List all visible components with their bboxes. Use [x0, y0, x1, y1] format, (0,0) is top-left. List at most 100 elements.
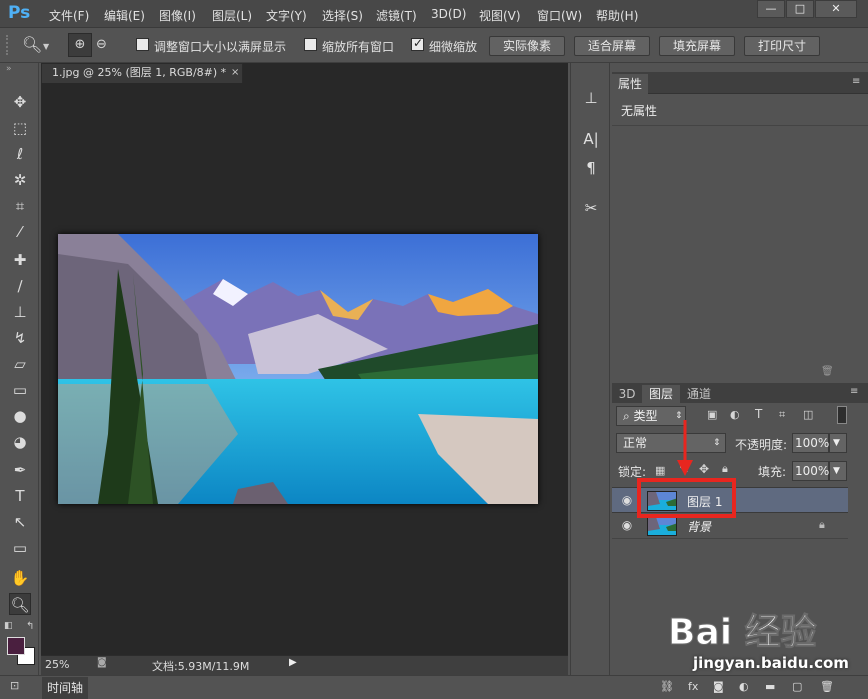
menu-filter[interactable]: 滤镜(T): [376, 7, 417, 24]
blend-mode-label: 正常: [623, 436, 648, 450]
timeline-icon[interactable]: ⊡: [10, 679, 19, 692]
menu-type[interactable]: 文字(Y): [266, 7, 307, 24]
play-arrow-icon[interactable]: ▶: [289, 657, 297, 668]
dodge-tool-icon[interactable]: ◕: [9, 431, 31, 453]
eyedropper-tool-icon[interactable]: ⁄: [9, 221, 31, 243]
zoom-out-icon[interactable]: ⊖: [96, 37, 107, 52]
eye-icon[interactable]: ◉: [620, 493, 634, 507]
zoom-in-icon[interactable]: ⊕: [68, 33, 92, 57]
menu-image[interactable]: 图像(I): [159, 7, 196, 24]
zoom-tool-icon[interactable]: 🔍︎: [9, 593, 31, 615]
opacity-dropdown-icon[interactable]: ▼: [829, 433, 847, 453]
path-selection-tool-icon[interactable]: ↖: [9, 511, 31, 533]
filter-shape-icon[interactable]: ⌗: [779, 408, 785, 422]
minimize-button[interactable]: —: [757, 0, 785, 18]
menu-edit[interactable]: 编辑(E): [104, 7, 145, 24]
clone-stamp-tool-icon[interactable]: ⊥: [9, 301, 31, 323]
lasso-tool-icon[interactable]: ℓ: [9, 143, 31, 165]
filter-toggle[interactable]: [837, 406, 847, 424]
tab-layers[interactable]: 图层: [642, 385, 680, 403]
menu-help[interactable]: 帮助(H): [596, 7, 638, 24]
rectangle-tool-icon[interactable]: ▭: [9, 537, 31, 559]
type-tool-icon[interactable]: T: [9, 485, 31, 507]
stamp-icon[interactable]: ⊥: [580, 87, 602, 109]
blend-mode-select[interactable]: 正常 ⇕: [616, 433, 726, 453]
options-bar: 🔍︎ ▼ ⊕ ⊖ 调整窗口大小以满屏显示 缩放所有窗口 细微缩放 实际像素 适合…: [0, 29, 868, 63]
zoom-tool-preset-icon[interactable]: 🔍︎: [22, 35, 42, 54]
filter-smart-object-icon[interactable]: ◫: [803, 408, 813, 421]
print-size-button[interactable]: 打印尺寸: [744, 36, 820, 56]
fit-screen-button[interactable]: 适合屏幕: [574, 36, 650, 56]
link-layers-icon[interactable]: ⛓: [660, 680, 674, 693]
menu-select[interactable]: 选择(S): [322, 7, 363, 24]
menu-bar: Ps 文件(F) 编辑(E) 图像(I) 图层(L) 文字(Y) 选择(S) 滤…: [0, 0, 868, 28]
history-brush-tool-icon[interactable]: ↯: [9, 327, 31, 349]
crop-tool-icon[interactable]: ⌗: [9, 195, 31, 217]
close-button[interactable]: ✕: [815, 0, 857, 18]
layer-controls: ⌕ 类型 ⇕ ▣ ◐ T ⌗ ◫ 正常 ⇕ 不透明度: 100% ▼ 锁定: ▦…: [612, 403, 868, 487]
menu-file[interactable]: 文件(F): [49, 7, 89, 24]
healing-brush-tool-icon[interactable]: ✚: [9, 249, 31, 271]
layer-name[interactable]: 背景: [687, 518, 711, 535]
tools-icon[interactable]: ✂: [580, 197, 602, 219]
collapse-icon[interactable]: »: [6, 64, 12, 74]
default-colors-icon[interactable]: ◧: [4, 621, 13, 631]
actual-pixels-button[interactable]: 实际像素: [489, 36, 565, 56]
foreground-color-swatch[interactable]: [7, 637, 25, 655]
eraser-tool-icon[interactable]: ▱: [9, 353, 31, 375]
menu-layer[interactable]: 图层(L): [212, 7, 252, 24]
restore-button[interactable]: □: [786, 0, 814, 18]
eye-icon[interactable]: ◉: [620, 518, 634, 532]
zoom-all-label: 缩放所有窗口: [322, 40, 395, 54]
new-layer-icon[interactable]: ▢: [792, 680, 802, 693]
baidu-watermark-logo: Bai 经验: [668, 612, 817, 654]
menu-view[interactable]: 视图(V): [479, 7, 521, 24]
panel-menu-icon[interactable]: ≡: [852, 76, 860, 87]
filter-kind-label: 类型: [633, 409, 658, 423]
lock-position-icon[interactable]: ✥: [699, 462, 709, 476]
menu-3d[interactable]: 3D(D): [431, 7, 466, 21]
zoom-all-checkbox[interactable]: [304, 38, 317, 51]
marquee-tool-icon[interactable]: ⬚: [9, 117, 31, 139]
lock-all-icon[interactable]: 🔒︎: [722, 462, 728, 476]
scrubby-zoom-checkbox[interactable]: [411, 36, 424, 51]
gradient-tool-icon[interactable]: ▭: [9, 379, 31, 401]
fill-dropdown-icon[interactable]: ▼: [829, 461, 847, 481]
filter-adjustment-icon[interactable]: ◐: [730, 408, 740, 421]
pen-tool-icon[interactable]: ✒: [9, 459, 31, 481]
properties-tab[interactable]: 属性: [612, 74, 648, 94]
delete-layer-icon[interactable]: 🗑︎: [820, 680, 834, 693]
resize-windows-checkbox[interactable]: [136, 38, 149, 51]
blur-tool-icon[interactable]: ●: [9, 405, 31, 427]
zoom-level[interactable]: 25%: [45, 658, 69, 671]
paragraph-icon[interactable]: ¶: [580, 157, 602, 179]
close-tab-icon[interactable]: ×: [231, 64, 239, 82]
adjustment-layer-icon[interactable]: ◐: [739, 680, 749, 693]
layer-style-icon[interactable]: fx: [688, 680, 698, 693]
character-icon[interactable]: A|: [580, 128, 602, 150]
chevron-down-icon[interactable]: ▼: [43, 42, 49, 51]
timeline-tab[interactable]: 时间轴: [42, 677, 88, 699]
hand-tool-icon[interactable]: ✋: [9, 567, 31, 589]
properties-title-area: 无属性: [612, 94, 868, 126]
fill-screen-button[interactable]: 填充屏幕: [659, 36, 735, 56]
tab-3d[interactable]: 3D: [616, 385, 638, 403]
magic-wand-tool-icon[interactable]: ✲: [9, 169, 31, 191]
filter-pixel-icon[interactable]: ▣: [707, 408, 717, 421]
opacity-input[interactable]: 100%: [792, 433, 829, 453]
add-mask-icon[interactable]: ◙: [713, 680, 724, 693]
move-tool-icon[interactable]: ✥: [9, 91, 31, 113]
menu-window[interactable]: 窗口(W): [537, 7, 582, 24]
layers-menu-icon[interactable]: ≡: [850, 386, 858, 397]
filter-type-icon[interactable]: T: [755, 407, 762, 421]
brush-tool-icon[interactable]: ∕: [9, 275, 31, 297]
swap-colors-icon[interactable]: ↰: [26, 621, 34, 632]
status-info-icon[interactable]: ◙: [97, 657, 107, 668]
tab-channels[interactable]: 通道: [682, 385, 716, 403]
fill-input[interactable]: 100%: [792, 461, 829, 481]
thumbnail-image: [648, 517, 676, 535]
lock-transparent-icon[interactable]: ▦: [655, 464, 665, 477]
new-group-icon[interactable]: ▬: [765, 680, 775, 693]
document-tab[interactable]: 1.jpg @ 25% (图层 1, RGB/8#) * ×: [41, 63, 243, 83]
trash-icon[interactable]: 🗑︎: [821, 366, 834, 377]
